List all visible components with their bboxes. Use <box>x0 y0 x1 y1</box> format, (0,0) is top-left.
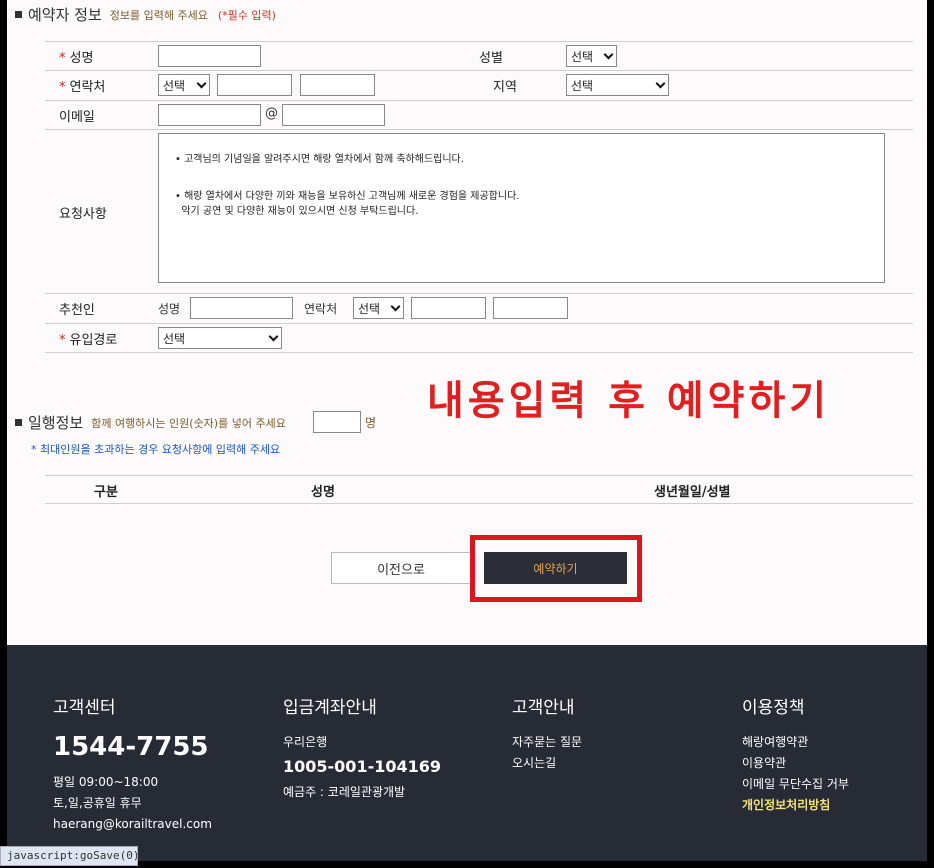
contact-last-input[interactable] <box>300 74 375 96</box>
email-id-input[interactable] <box>158 104 261 126</box>
party-section-title: 일행정보 <box>28 414 84 432</box>
request-label: 요청사항 <box>59 207 107 222</box>
footer-guide-title: 고객안내 <box>512 698 575 718</box>
party-section-header: 일행정보 함께 여행하시는 인원(숫자)를 넣어 주세요 <box>15 412 286 433</box>
referrer-label: 추천인 <box>59 303 95 318</box>
email-domain-input[interactable] <box>282 104 385 126</box>
footer-map-link[interactable]: 오시는길 <box>512 753 582 774</box>
request-line: • 해랑 열차에서 다양한 끼와 재능을 보유하신 고객님께 새로운 경험을 제… <box>175 191 520 202</box>
row-divider <box>45 129 913 130</box>
name-label: * 성명 <box>59 51 94 66</box>
table-header-birth-gender: 생년월일/성별 <box>654 485 731 500</box>
chevron-down-icon <box>655 78 666 88</box>
party-count-unit: 명 <box>365 416 377 430</box>
footer-policy-title: 이용정책 <box>742 698 805 718</box>
referrer-contact-middle-input[interactable] <box>411 297 486 319</box>
promo-overlay-text: 내용입력 후 예약하기 <box>427 378 831 424</box>
channel-label: * 유입경로 <box>59 333 118 348</box>
footer-cs-title: 고객센터 <box>53 698 116 718</box>
table-header-line <box>45 503 913 504</box>
referrer-contact-last-input[interactable] <box>493 297 568 319</box>
region-select[interactable]: 선택 <box>566 74 669 96</box>
footer-bank: 입금계좌안내 우리은행 1005-001-104169 예금주 : 코레일관광개… <box>283 693 441 803</box>
footer-bank-holder: 예금주 : 코레일관광개발 <box>283 785 406 799</box>
footer-policy: 이용정책 해랑여행약관 이용약관 이메일 무단수집 거부 개인정보처리방침 <box>742 693 849 816</box>
row-divider <box>45 70 913 71</box>
footer-cs: 고객센터 1544-7755 평일 09:00~18:00 토,일,공휴일 휴무… <box>53 693 212 835</box>
contact-prefix-select[interactable]: 선택 <box>158 74 210 96</box>
name-input[interactable] <box>158 45 261 67</box>
table-top-line <box>45 475 913 476</box>
footer-bank-title: 입금계좌안내 <box>283 698 377 718</box>
contact-middle-input[interactable] <box>217 74 292 96</box>
page-frame: 예약자 정보 정보를 입력해 주세요 (*필수 입력) * 성명 성별 선택 * 연… <box>7 0 927 861</box>
row-divider <box>45 100 913 101</box>
referrer-name-input[interactable] <box>190 297 293 319</box>
row-divider <box>45 41 913 42</box>
reservation-section-header: 예약자 정보 정보를 입력해 주세요 (*필수 입력) <box>15 4 276 25</box>
email-label: 이메일 <box>59 110 95 125</box>
party-count-input[interactable] <box>313 411 361 433</box>
footer-privacy-link[interactable]: 개인정보처리방침 <box>742 795 849 816</box>
row-divider <box>45 293 913 294</box>
chevron-down-icon <box>390 301 401 311</box>
party-section-hint: 함께 여행하시는 인원(숫자)를 넣어 주세요 <box>91 416 286 430</box>
footer-bank-account: 1005-001-104169 <box>283 757 442 776</box>
request-line: • 고객님의 기념일을 알려주시면 해랑 열차에서 함께 축하해드립니다. <box>175 154 464 165</box>
footer-cs-phone: 1544-7755 <box>53 732 209 762</box>
bullet-square-icon <box>15 11 22 18</box>
footer-faq-link[interactable]: 자주묻는 질문 <box>512 732 582 753</box>
footer-cs-hours: 평일 09:00~18:00 <box>53 775 159 789</box>
book-button[interactable]: 예약하기 <box>484 552 627 584</box>
footer-guide: 고객안내 자주묻는 질문 오시는길 <box>512 693 582 774</box>
at-sign: @ <box>265 106 278 121</box>
row-divider <box>45 352 913 353</box>
footer-terms2-link[interactable]: 이용약관 <box>742 753 849 774</box>
footer-cs-holiday: 토,일,공휴일 휴무 <box>53 796 142 810</box>
gender-select[interactable]: 선택 <box>566 45 617 67</box>
contact-label: * 연락처 <box>59 80 106 95</box>
referrer-contact-label: 연락처 <box>304 302 338 316</box>
table-header-type: 구분 <box>94 485 118 500</box>
gender-label: 성별 <box>479 51 503 66</box>
footer: 고객센터 1544-7755 평일 09:00~18:00 토,일,공휴일 휴무… <box>7 645 927 861</box>
footer-cs-email: haerang@korailtravel.com <box>53 817 212 831</box>
party-note: * 최대인원을 초과하는 경우 요청사항에 입력해 주세요 <box>31 443 281 456</box>
referrer-contact-select[interactable]: 선택 <box>353 297 404 319</box>
channel-select[interactable]: 선택 <box>158 327 282 349</box>
row-divider <box>45 323 913 324</box>
footer-bank-name: 우리은행 <box>283 735 328 749</box>
prev-button[interactable]: 이전으로 <box>331 552 471 584</box>
table-header-name: 성명 <box>311 485 335 500</box>
chevron-down-icon <box>196 78 207 88</box>
footer-terms-link[interactable]: 해랑여행약관 <box>742 732 849 753</box>
chevron-down-icon <box>603 49 614 59</box>
footer-email-refuse-link[interactable]: 이메일 무단수집 거부 <box>742 774 849 795</box>
reservation-section-title: 예약자 정보 <box>28 6 102 24</box>
reservation-section-hint: 정보를 입력해 주세요 <box>109 8 208 22</box>
status-bar-url: javascript:goSave(0); <box>0 846 138 866</box>
request-line: 악기 공연 및 다양한 재능이 있으시면 신청 부탁드립니다. <box>175 206 419 217</box>
chevron-down-icon <box>268 331 279 341</box>
request-textarea[interactable]: • 고객님의 기념일을 알려주시면 해랑 열차에서 함께 축하해드립니다. • … <box>158 133 885 283</box>
bullet-square-icon <box>15 419 22 426</box>
region-label: 지역 <box>493 80 517 95</box>
required-note: (*필수 입력) <box>217 8 276 22</box>
referrer-name-label: 성명 <box>158 302 181 316</box>
reservation-form: 예약자 정보 정보를 입력해 주세요 (*필수 입력) * 성명 성별 선택 * 연… <box>7 0 927 645</box>
